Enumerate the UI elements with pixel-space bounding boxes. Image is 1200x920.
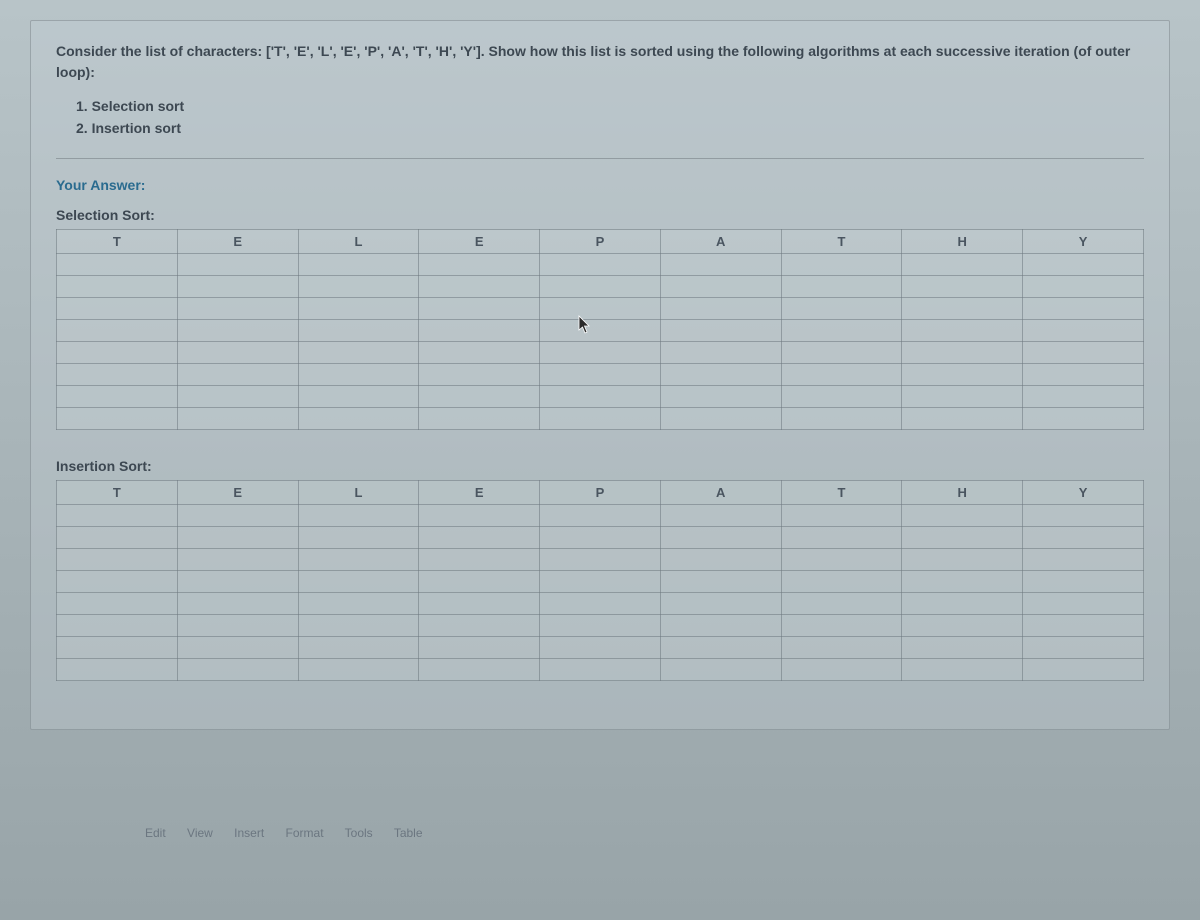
table-row	[57, 253, 1144, 275]
toolbar-view[interactable]: View	[187, 826, 213, 840]
algorithm-list: 1. Selection sort 2. Insertion sort	[76, 95, 1144, 140]
table-row	[57, 341, 1144, 363]
selection-sort-table[interactable]: T E L E P A T H Y	[56, 229, 1144, 430]
table-cell[interactable]: A	[660, 480, 781, 504]
table-cell[interactable]: T	[781, 480, 902, 504]
answer-label: Your Answer:	[56, 177, 1144, 193]
table-cell[interactable]: T	[781, 229, 902, 253]
table-row	[57, 548, 1144, 570]
table-header-row: T E L E P A T H Y	[57, 480, 1144, 504]
table-cell[interactable]: L	[298, 480, 419, 504]
table-cell[interactable]: H	[902, 229, 1023, 253]
question-container: Consider the list of characters: ['T', '…	[30, 20, 1170, 730]
table-header-row: T E L E P A T H Y	[57, 229, 1144, 253]
table-cell[interactable]: L	[298, 229, 419, 253]
table-cell[interactable]: E	[419, 229, 540, 253]
table-cell[interactable]: Y	[1023, 480, 1144, 504]
table-row	[57, 275, 1144, 297]
table-cell[interactable]: P	[540, 229, 661, 253]
editor-toolbar: Edit View Insert Format Tools Table	[145, 826, 441, 840]
table-cell[interactable]: E	[419, 480, 540, 504]
selection-sort-label: Selection Sort:	[56, 207, 1144, 223]
table-row	[57, 385, 1144, 407]
table-row	[57, 319, 1144, 341]
list-item: 1. Selection sort	[76, 95, 1144, 117]
table-row	[57, 614, 1144, 636]
table-row	[57, 658, 1144, 680]
table-row	[57, 526, 1144, 548]
toolbar-table[interactable]: Table	[394, 826, 423, 840]
table-row	[57, 407, 1144, 429]
table-cell[interactable]: Y	[1023, 229, 1144, 253]
table-cell[interactable]: T	[57, 229, 178, 253]
table-cell[interactable]: E	[177, 480, 298, 504]
table-row	[57, 570, 1144, 592]
table-cell[interactable]: T	[57, 480, 178, 504]
table-cell[interactable]: E	[177, 229, 298, 253]
table-cell[interactable]: P	[540, 480, 661, 504]
toolbar-format[interactable]: Format	[286, 826, 324, 840]
table-cell[interactable]: A	[660, 229, 781, 253]
question-prompt: Consider the list of characters: ['T', '…	[56, 41, 1144, 83]
toolbar-tools[interactable]: Tools	[345, 826, 373, 840]
toolbar-edit[interactable]: Edit	[145, 826, 166, 840]
insertion-sort-table[interactable]: T E L E P A T H Y	[56, 480, 1144, 681]
table-row	[57, 504, 1144, 526]
insertion-sort-label: Insertion Sort:	[56, 458, 1144, 474]
table-row	[57, 592, 1144, 614]
toolbar-insert[interactable]: Insert	[234, 826, 264, 840]
table-row	[57, 297, 1144, 319]
list-item: 2. Insertion sort	[76, 117, 1144, 139]
divider	[56, 158, 1144, 159]
table-row	[57, 636, 1144, 658]
table-row	[57, 363, 1144, 385]
table-cell[interactable]: H	[902, 480, 1023, 504]
